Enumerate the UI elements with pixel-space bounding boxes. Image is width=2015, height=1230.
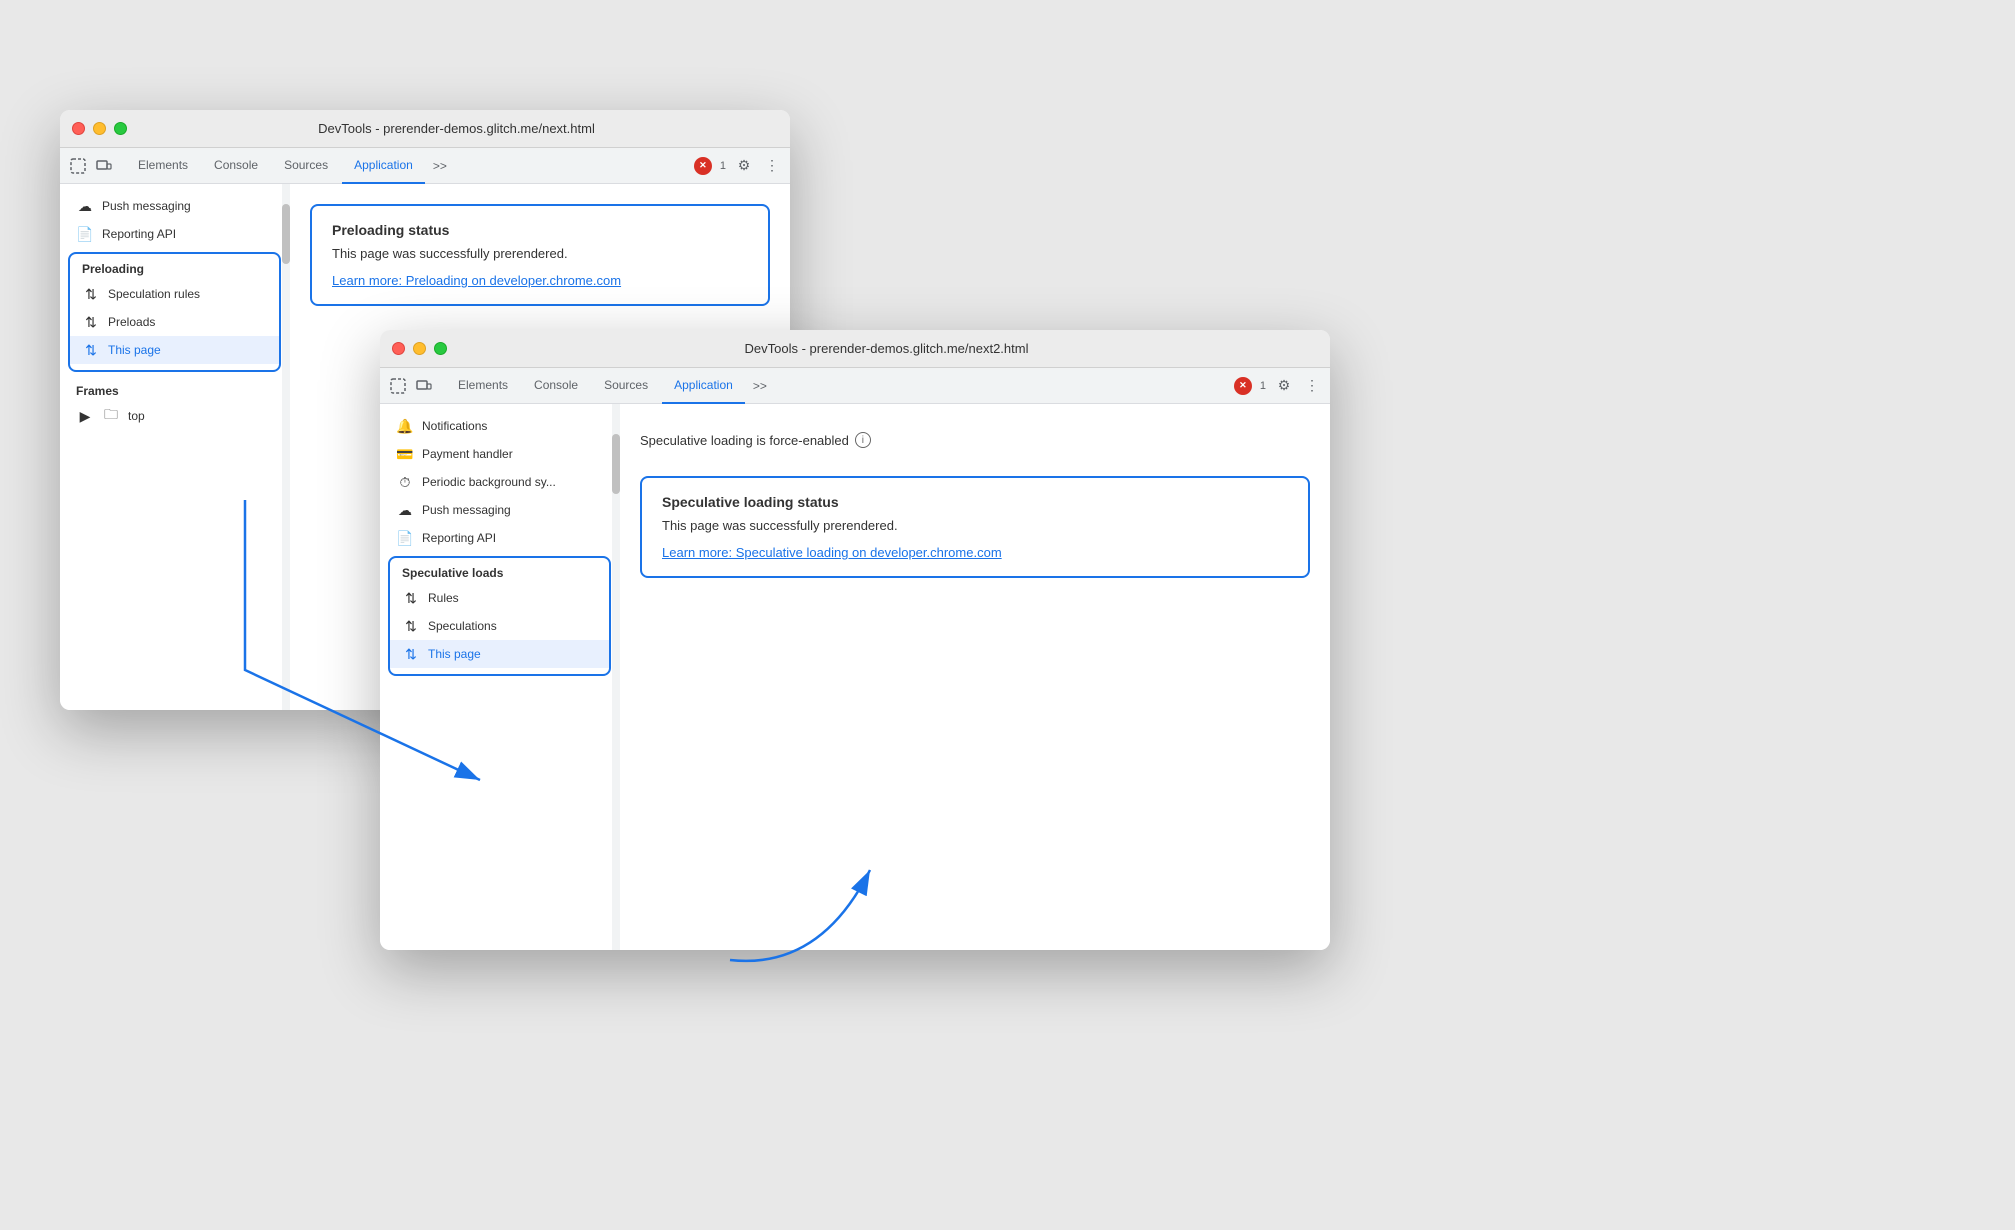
sidebar-panel-1: ☁ Push messaging 📄 Reporting API Preload… xyxy=(60,184,290,710)
clock-icon-2: ⏱ xyxy=(396,474,414,491)
speculative-loading-status-card: Speculative loading status This page was… xyxy=(640,476,1310,578)
window-title-2: DevTools - prerender-demos.glitch.me/nex… xyxy=(455,341,1318,356)
close-button-1[interactable] xyxy=(72,122,85,135)
error-badge-2: ✕ xyxy=(1234,377,1252,395)
cursor-icon-2[interactable] xyxy=(388,376,408,396)
body-2: 🔔 Notifications 💳 Payment handler ⏱ Peri… xyxy=(380,404,1330,950)
tab-console-1[interactable]: Console xyxy=(202,148,270,184)
more-tabs-2[interactable]: >> xyxy=(747,379,773,393)
maximize-button-2[interactable] xyxy=(434,342,447,355)
sidebar-item-speculations-2[interactable]: ⇅ Speculations xyxy=(390,612,609,640)
file-icon-2: 📄 xyxy=(396,530,414,547)
sidebar-item-notifications-2[interactable]: 🔔 Notifications xyxy=(380,412,619,440)
settings-icon-2[interactable]: ⚙ xyxy=(1274,376,1294,396)
sidebar-2: 🔔 Notifications 💳 Payment handler ⏱ Peri… xyxy=(380,404,620,950)
folder-icon-1: 🗀 xyxy=(102,404,120,428)
sort-icon-tp-1: ⇅ xyxy=(82,342,100,359)
sort-icon-p-1: ⇅ xyxy=(82,314,100,331)
speculative-loads-group-2: Speculative loads ⇅ Rules ⇅ Speculations… xyxy=(388,556,611,676)
speculative-loading-learn-more-link[interactable]: Learn more: Speculative loading on devel… xyxy=(662,545,1288,560)
settings-icon-1[interactable]: ⚙ xyxy=(734,156,754,176)
tab-elements-1[interactable]: Elements xyxy=(126,148,200,184)
error-count-1: 1 xyxy=(720,160,726,172)
more-tabs-1[interactable]: >> xyxy=(427,159,453,173)
preloading-status-title: Preloading status xyxy=(332,222,748,238)
sidebar-item-preloads-1[interactable]: ⇅ Preloads xyxy=(70,308,279,336)
cursor-icon[interactable] xyxy=(68,156,88,176)
speculative-loads-header-2: Speculative loads xyxy=(390,564,609,584)
maximize-button-1[interactable] xyxy=(114,122,127,135)
titlebar-2: DevTools - prerender-demos.glitch.me/nex… xyxy=(380,330,1330,368)
titlebar-1: DevTools - prerender-demos.glitch.me/nex… xyxy=(60,110,790,148)
frames-header-1: Frames xyxy=(60,376,289,402)
payment-icon-2: 💳 xyxy=(396,446,414,463)
sidebar-item-reporting-api-2[interactable]: 📄 Reporting API xyxy=(380,524,619,552)
minimize-button-1[interactable] xyxy=(93,122,106,135)
devtools-window-2: DevTools - prerender-demos.glitch.me/nex… xyxy=(380,330,1330,950)
toolbar-icons-2 xyxy=(388,376,434,396)
bell-icon-2: 🔔 xyxy=(396,418,414,435)
scrollbar-track-1[interactable] xyxy=(282,184,290,710)
sidebar-item-speculation-rules-1[interactable]: ⇅ Speculation rules xyxy=(70,280,279,308)
sidebar-item-push-messaging-1[interactable]: ☁ Push messaging xyxy=(60,192,289,220)
triangle-icon-1: ▶ xyxy=(76,408,94,425)
tab-sources-2[interactable]: Sources xyxy=(592,368,660,404)
sidebar-item-reporting-api-1[interactable]: 📄 Reporting API xyxy=(60,220,289,248)
scrollbar-track-2[interactable] xyxy=(612,404,620,950)
right-controls-1: ✕ 1 ⚙ ⋮ xyxy=(694,156,782,176)
preloading-status-text: This page was successfully prerendered. xyxy=(332,246,748,261)
speculative-loading-status-text: This page was successfully prerendered. xyxy=(662,518,1288,533)
window-title-1: DevTools - prerender-demos.glitch.me/nex… xyxy=(135,121,778,136)
sidebar-item-periodic-bg-2[interactable]: ⏱ Periodic background sy... xyxy=(380,468,619,496)
sidebar-1: ☁ Push messaging 📄 Reporting API Preload… xyxy=(60,184,290,710)
sidebar-item-top-1[interactable]: ▶ 🗀 top xyxy=(60,402,289,430)
cloud-icon-2: ☁ xyxy=(396,502,414,519)
minimize-button-2[interactable] xyxy=(413,342,426,355)
responsive-icon-2[interactable] xyxy=(414,376,434,396)
toolbar-icons-1 xyxy=(68,156,114,176)
sidebar-item-push-messaging-2[interactable]: ☁ Push messaging xyxy=(380,496,619,524)
main-panel-2: Speculative loading is force-enabled i S… xyxy=(620,404,1330,950)
preloading-learn-more-link[interactable]: Learn more: Preloading on developer.chro… xyxy=(332,273,748,288)
sort-icon-rules-2: ⇅ xyxy=(402,590,420,607)
tabbar-2: Elements Console Sources Application >> … xyxy=(380,368,1330,404)
sidebar-item-payment-handler-2[interactable]: 💳 Payment handler xyxy=(380,440,619,468)
scrollbar-thumb-2[interactable] xyxy=(612,434,620,494)
more-options-icon-1[interactable]: ⋮ xyxy=(762,156,782,176)
speculative-loading-status-title: Speculative loading status xyxy=(662,494,1288,510)
scrollbar-thumb-1[interactable] xyxy=(282,204,290,264)
error-badge-1: ✕ xyxy=(694,157,712,175)
responsive-icon[interactable] xyxy=(94,156,114,176)
preloading-status-card: Preloading status This page was successf… xyxy=(310,204,770,306)
sidebar-item-this-page-1[interactable]: ⇅ This page xyxy=(70,336,279,364)
preloading-header-1: Preloading xyxy=(70,260,279,280)
close-button-2[interactable] xyxy=(392,342,405,355)
tab-application-1[interactable]: Application xyxy=(342,148,425,184)
cloud-icon-1: ☁ xyxy=(76,198,94,215)
sidebar-panel-2: 🔔 Notifications 💳 Payment handler ⏱ Peri… xyxy=(380,404,620,950)
tab-console-2[interactable]: Console xyxy=(522,368,590,404)
right-controls-2: ✕ 1 ⚙ ⋮ xyxy=(1234,376,1322,396)
preloading-group-1: Preloading ⇅ Speculation rules ⇅ Preload… xyxy=(68,252,281,372)
sort-icon-spec-2: ⇅ xyxy=(402,618,420,635)
info-icon-2[interactable]: i xyxy=(855,432,871,448)
tab-application-2[interactable]: Application xyxy=(662,368,745,404)
sidebar-item-this-page-2[interactable]: ⇅ This page xyxy=(390,640,609,668)
error-count-2: 1 xyxy=(1260,380,1266,392)
force-enabled-notice: Speculative loading is force-enabled i xyxy=(640,424,1310,456)
tab-sources-1[interactable]: Sources xyxy=(272,148,340,184)
tab-elements-2[interactable]: Elements xyxy=(446,368,520,404)
file-icon-1: 📄 xyxy=(76,226,94,243)
more-options-icon-2[interactable]: ⋮ xyxy=(1302,376,1322,396)
sort-icon-tp-2: ⇅ xyxy=(402,646,420,663)
sort-icon-sr-1: ⇅ xyxy=(82,286,100,303)
sidebar-item-rules-2[interactable]: ⇅ Rules xyxy=(390,584,609,612)
tabbar-1: Elements Console Sources Application >> … xyxy=(60,148,790,184)
